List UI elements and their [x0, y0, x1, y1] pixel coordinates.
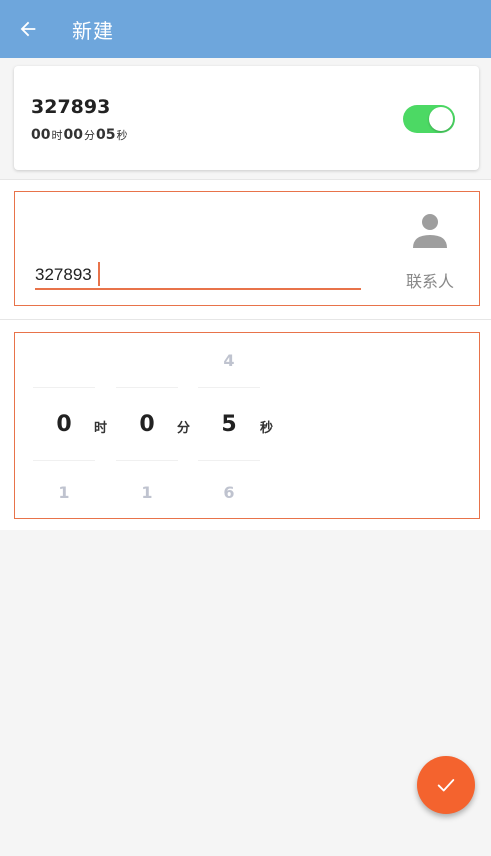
duration-hours-unit: 时 — [51, 129, 63, 142]
hours-wheel[interactable]: 0 1 — [33, 333, 95, 520]
seconds-prev: 4 — [223, 351, 235, 370]
person-icon — [413, 214, 447, 248]
seconds-next: 6 — [223, 483, 235, 502]
seconds-current: 5 — [198, 387, 260, 461]
phone-input-box: 联系人 — [14, 191, 480, 306]
text-caret — [98, 262, 100, 286]
page-title: 新建 — [72, 18, 114, 43]
enable-toggle[interactable] — [403, 105, 455, 133]
minutes-unit: 分 — [177, 421, 191, 436]
minutes-next: 1 — [141, 483, 153, 502]
card-number: 327893 — [31, 96, 111, 118]
back-button[interactable] — [0, 0, 56, 58]
duration-seconds: 05 — [95, 127, 116, 143]
phone-input[interactable] — [35, 262, 361, 290]
summary-card: 327893 00 时 00 分 05 秒 — [14, 66, 479, 170]
hours-current: 0 — [33, 387, 95, 461]
minutes-current: 0 — [116, 387, 178, 461]
seconds-unit: 秒 — [260, 421, 274, 436]
minutes-wheel[interactable]: 0 1 — [116, 333, 178, 520]
card-duration: 00 时 00 分 05 秒 — [31, 127, 128, 143]
time-picker: 0 1 时 0 1 分 4 5 6 秒 — [14, 332, 480, 519]
confirm-button[interactable] — [417, 756, 475, 814]
hours-unit: 时 — [94, 421, 108, 436]
duration-hours: 00 — [31, 127, 51, 143]
duration-seconds-unit: 秒 — [116, 129, 128, 142]
contacts-button[interactable]: 联系人 — [395, 210, 465, 300]
check-icon — [437, 779, 455, 792]
duration-minutes: 00 — [63, 127, 83, 143]
duration-minutes-unit: 分 — [83, 129, 95, 142]
arrow-left-icon — [20, 21, 36, 37]
hours-next: 1 — [58, 483, 70, 502]
contacts-label: 联系人 — [405, 272, 454, 291]
seconds-wheel[interactable]: 4 5 6 — [198, 333, 260, 520]
toggle-knob — [429, 107, 453, 131]
app-bar: 新建 — [0, 0, 491, 58]
